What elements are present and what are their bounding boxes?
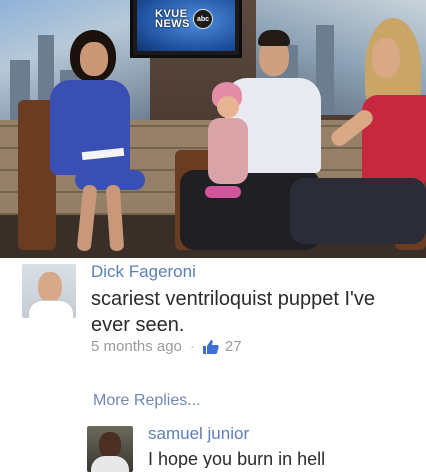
guest-pants — [290, 178, 426, 244]
avatar[interactable] — [22, 264, 76, 318]
comment-timestamp: 5 months ago — [91, 338, 182, 355]
comment-text: scariest ventriloquist puppet I've ever … — [91, 288, 375, 336]
like-count: 27 — [224, 338, 242, 355]
studio-monitor: KVUE NEWS abc — [130, 0, 242, 58]
more-replies-link[interactable]: More Replies... — [93, 392, 201, 410]
reply-author[interactable]: samuel junior — [148, 424, 249, 444]
comment-meta: 5 months ago · 27 — [91, 338, 242, 355]
reply-text: I hope you burn in hell — [148, 449, 326, 468]
guest-face — [372, 38, 400, 78]
station-logo-text: KVUE NEWS — [155, 9, 190, 30]
reply-item: samuel junior I hope you burn in hell — [0, 424, 426, 472]
monitor-screen: KVUE NEWS abc — [137, 0, 235, 51]
baby-outfit — [208, 118, 248, 184]
avatar-torso — [91, 456, 129, 472]
baby-shoes — [205, 186, 241, 198]
comment-author[interactable]: Dick Fageroni — [91, 262, 196, 282]
comment-item: Dick Fageroni scariest ventriloquist pup… — [0, 258, 426, 378]
father-hair — [258, 30, 290, 46]
comments-section: Dick Fageroni scariest ventriloquist pup… — [0, 258, 426, 472]
avatar-torso — [28, 300, 74, 318]
separator-dot: · — [189, 338, 195, 355]
news-broadcast-image: KVUE NEWS abc — [0, 0, 426, 258]
avatar-head — [99, 432, 121, 458]
logo-line-2: NEWS — [155, 18, 190, 30]
guest-top — [362, 95, 426, 185]
avatar[interactable] — [87, 426, 133, 472]
anchor-face — [80, 42, 108, 76]
network-logo: abc — [193, 9, 213, 29]
thumbs-up-icon[interactable] — [202, 339, 219, 354]
anchor-dress — [50, 80, 130, 175]
avatar-head — [38, 272, 62, 302]
station-logo: KVUE NEWS abc — [155, 6, 225, 32]
baby-face — [217, 96, 239, 118]
